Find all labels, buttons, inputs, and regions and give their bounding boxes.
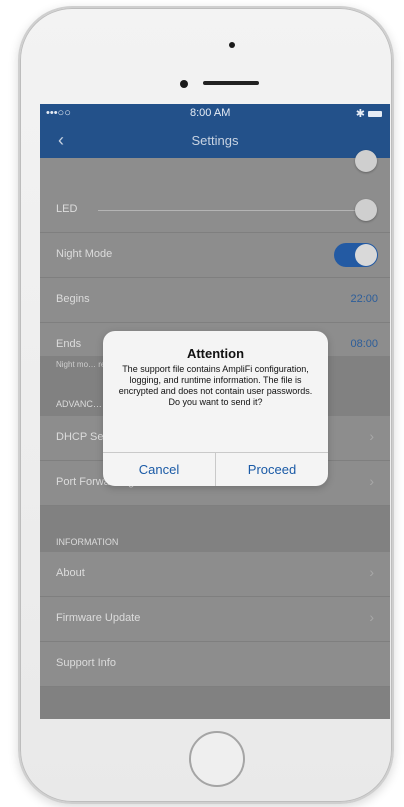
status-icons: ✱ xyxy=(356,107,382,120)
proceed-button[interactable]: Proceed xyxy=(216,453,328,486)
status-bar: •••○○ 8:00 AM ✱ xyxy=(40,104,390,124)
chevron-right-icon: › xyxy=(369,564,374,580)
about-row[interactable]: About › xyxy=(40,552,390,597)
slider-knob[interactable] xyxy=(355,150,377,172)
page-title: Settings xyxy=(191,133,239,148)
chevron-right-icon: › xyxy=(369,473,374,489)
support-info-label: Support Info xyxy=(56,657,116,669)
firmware-update-label: Firmware Update xyxy=(56,612,141,624)
status-time: 8:00 AM xyxy=(190,107,231,119)
footer-space xyxy=(40,687,390,719)
information-section-header: INFORMATION xyxy=(40,506,390,552)
support-info-row[interactable]: Support Info xyxy=(40,642,390,687)
about-label: About xyxy=(56,567,85,579)
bluetooth-icon: ✱ xyxy=(355,108,365,120)
led-slider-knob[interactable] xyxy=(355,199,377,221)
proximity-sensor xyxy=(229,42,235,48)
chevron-right-icon: › xyxy=(369,609,374,625)
earpiece-speaker xyxy=(203,81,259,85)
led-label: LED xyxy=(56,203,78,215)
ends-label: Ends xyxy=(56,338,82,350)
night-mode-toggle[interactable] xyxy=(334,243,378,267)
battery-icon xyxy=(368,111,382,118)
firmware-update-row[interactable]: Firmware Update › xyxy=(40,597,390,642)
chevron-right-icon: › xyxy=(369,428,374,444)
night-mode-label: Night Mode xyxy=(56,248,113,260)
advanced-header: ADVANC… xyxy=(56,399,102,409)
attention-dialog: Attention The support file contains Ampl… xyxy=(103,331,328,486)
brightness-row xyxy=(40,150,390,189)
dialog-message: The support file contains AmpliFi config… xyxy=(118,364,313,407)
information-header: INFORMATION xyxy=(56,537,119,547)
night-mode-row: Night Mode xyxy=(40,233,390,278)
begins-value[interactable]: 22:00 xyxy=(350,293,378,305)
front-camera xyxy=(180,80,188,88)
begins-row[interactable]: Begins 22:00 xyxy=(40,278,390,323)
led-slider-track[interactable] xyxy=(98,210,363,211)
signal-indicator: •••○○ xyxy=(46,107,71,119)
app-screen: •••○○ 8:00 AM ✱ ‹ Settings LED Night Mod… xyxy=(40,104,390,719)
toggle-knob xyxy=(355,244,377,266)
home-button[interactable] xyxy=(189,731,245,787)
cancel-button[interactable]: Cancel xyxy=(103,453,215,486)
navigation-bar: ‹ Settings xyxy=(40,124,390,158)
ends-value[interactable]: 08:00 xyxy=(350,338,378,350)
led-row: LED xyxy=(40,188,390,233)
dialog-title: Attention xyxy=(186,346,245,361)
begins-label: Begins xyxy=(56,293,90,305)
